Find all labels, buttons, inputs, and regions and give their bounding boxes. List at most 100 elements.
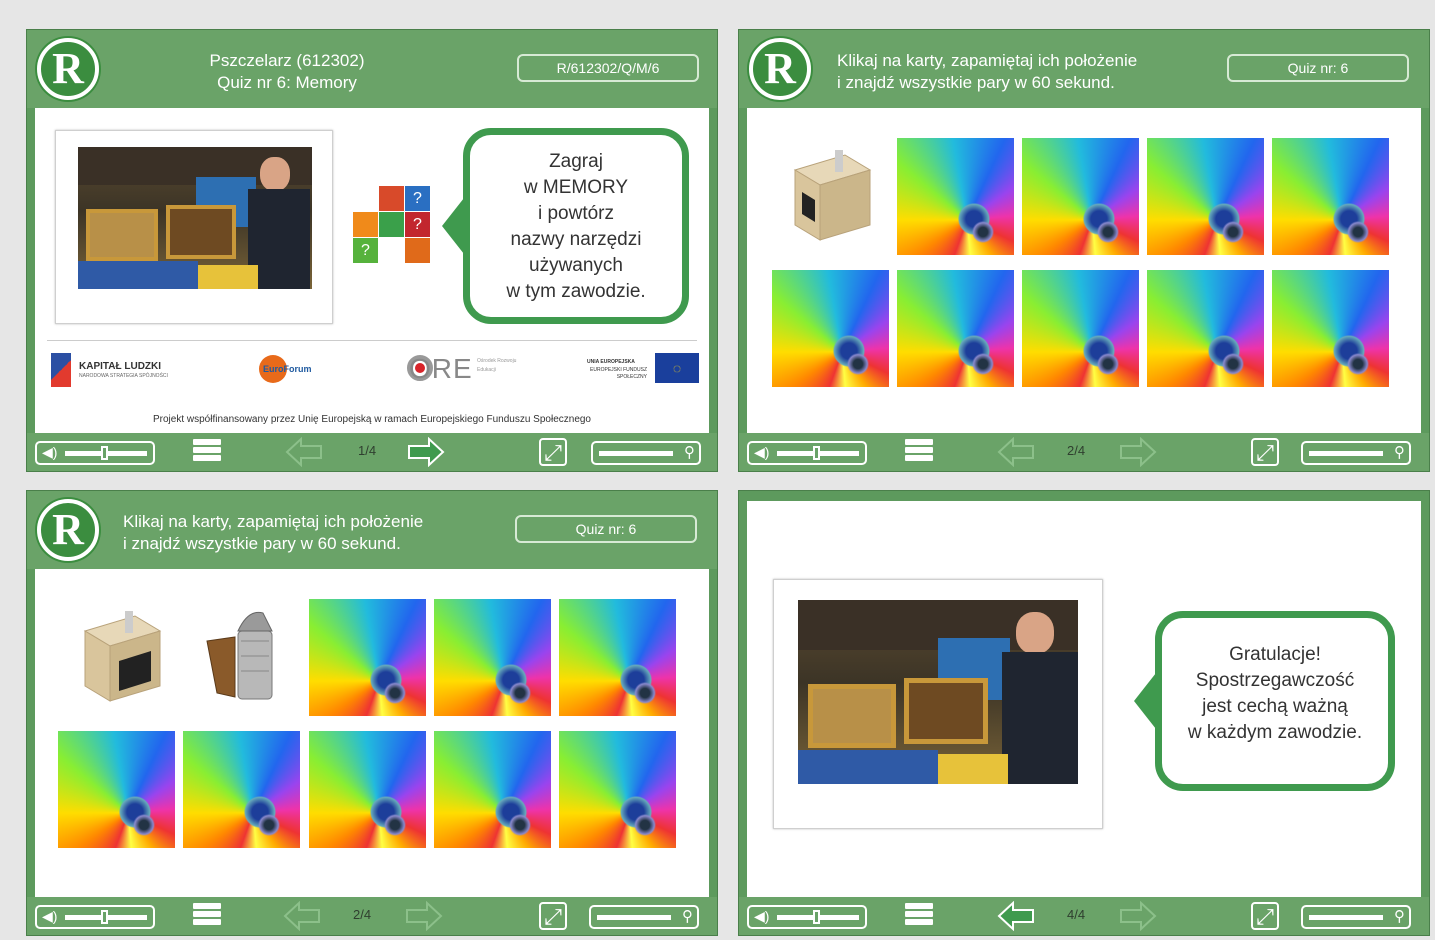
- zoom-slider[interactable]: ⚲: [1301, 905, 1411, 929]
- volume-slider[interactable]: ◀): [747, 905, 867, 929]
- speaker-icon: ◀): [42, 444, 58, 460]
- memory-card[interactable]: [559, 731, 676, 848]
- photo-frame: [773, 579, 1103, 829]
- memory-card[interactable]: [897, 270, 1014, 387]
- congrats-bubble: Gratulacje! Spostrzegawczość jest cechą …: [1134, 611, 1395, 791]
- volume-slider[interactable]: ◀): [35, 905, 155, 929]
- memory-card[interactable]: [434, 731, 551, 848]
- fullscreen-icon[interactable]: ⤢: [1251, 438, 1279, 466]
- bubble-line: Zagraj: [549, 151, 603, 172]
- sponsor-logos-row: KAPITAŁ LUDZKI NARODOWA STRATEGIA SPÓJNO…: [47, 340, 699, 400]
- eu-flag-icon: ◌: [655, 353, 699, 383]
- fullscreen-icon[interactable]: ⤢: [539, 902, 567, 930]
- next-arrow-icon[interactable]: [1119, 437, 1157, 467]
- slide-content: ? ? ? Zagraj w MEMORY i powtórz nazwy na…: [35, 108, 709, 433]
- title-line-1: Klikaj na karty, zapamiętaj ich położeni…: [837, 51, 1138, 70]
- r-logo-icon: R: [37, 38, 99, 100]
- bubble-line: w MEMORY: [523, 177, 629, 198]
- slide-1: R Pszczelarz (612302) Quiz nr 6: Memory …: [26, 29, 718, 472]
- bee-box-image: [83, 611, 162, 702]
- fullscreen-icon[interactable]: ⤢: [1251, 902, 1279, 930]
- bubble-line: Spostrzegawczość: [1195, 670, 1355, 691]
- prev-arrow-icon[interactable]: [285, 437, 323, 467]
- bubble-line: Gratulacje!: [1229, 644, 1321, 665]
- menu-icon[interactable]: [193, 439, 221, 467]
- volume-slider[interactable]: ◀): [747, 441, 867, 465]
- memory-card[interactable]: [183, 731, 300, 848]
- player-controls: ◀) 2/4 ⤢ ⚲: [27, 897, 717, 935]
- zoom-icon: ⚲: [684, 444, 695, 461]
- slide-content: [747, 108, 1421, 433]
- zoom-icon: ⚲: [1394, 444, 1405, 461]
- slide-header: R Pszczelarz (612302) Quiz nr 6: Memory …: [27, 30, 717, 108]
- slide-title: Klikaj na karty, zapamiętaj ich położeni…: [837, 50, 1197, 94]
- page-counter: 2/4: [1067, 443, 1086, 458]
- memory-card[interactable]: [1022, 270, 1139, 387]
- memory-card[interactable]: [1272, 270, 1389, 387]
- memory-card[interactable]: [897, 138, 1014, 255]
- quiz-code-box: Quiz nr: 6: [1227, 54, 1409, 82]
- beekeeper-photo: [78, 147, 312, 289]
- kapital-ludzki-text: KAPITAŁ LUDZKI: [79, 361, 162, 372]
- player-controls: ◀) 1/4 ⤢ ⚲: [27, 433, 717, 471]
- slide-header: R Klikaj na karty, zapamiętaj ich położe…: [27, 491, 717, 569]
- prev-arrow-icon[interactable]: [283, 901, 321, 931]
- memory-card[interactable]: [309, 731, 426, 848]
- prev-arrow-icon[interactable]: [997, 437, 1035, 467]
- quiz-code-box: Quiz nr: 6: [515, 515, 697, 543]
- speaker-icon: ◀): [42, 908, 58, 924]
- slide-2: R Klikaj na karty, zapamiętaj ich położe…: [738, 29, 1430, 472]
- title-line-2: i znajdź wszystkie pary w 60 sekund.: [123, 534, 401, 553]
- zoom-slider[interactable]: ⚲: [591, 441, 701, 465]
- quiz-code-box: R/612302/Q/M/6: [517, 54, 699, 82]
- fullscreen-icon[interactable]: ⤢: [539, 438, 567, 466]
- slide-4: Gratulacje! Spostrzegawczość jest cechą …: [738, 490, 1430, 936]
- memory-card[interactable]: [58, 731, 175, 848]
- volume-slider[interactable]: ◀): [35, 441, 155, 465]
- next-arrow-icon[interactable]: [1119, 901, 1157, 931]
- title-line-2: i znajdź wszystkie pary w 60 sekund.: [837, 73, 1115, 92]
- speaker-icon: ◀): [754, 444, 770, 460]
- title-line-2: Quiz nr 6: Memory: [217, 73, 357, 92]
- bubble-tail: [442, 198, 464, 254]
- slide-header: R Klikaj na karty, zapamiętaj ich położe…: [739, 30, 1429, 108]
- instruction-bubble: Zagraj w MEMORY i powtórz nazwy narzędzi…: [442, 128, 689, 324]
- prev-arrow-icon[interactable]: [997, 901, 1035, 931]
- title-line-1: Pszczelarz (612302): [209, 51, 365, 70]
- bubble-line: w każdym zawodzie.: [1187, 722, 1363, 743]
- eu-subtext: EUROPEJSKI FUNDUSZ SPOŁECZNY: [590, 367, 647, 380]
- euroforum-logo: EuroForum: [259, 355, 349, 385]
- project-footer-text: Projekt współfinansowany przez Unię Euro…: [152, 414, 591, 425]
- zoom-icon: ⚲: [682, 908, 693, 925]
- r-logo-icon: R: [37, 499, 99, 561]
- memory-card[interactable]: [559, 599, 676, 716]
- kapital-ludzki-subtext: NARODOWA STRATEGIA SPÓJNOŚCI: [79, 373, 168, 379]
- menu-icon[interactable]: [905, 903, 933, 931]
- memory-card[interactable]: [1147, 270, 1264, 387]
- memory-card[interactable]: [309, 599, 426, 716]
- ore-subtext: Ośrodek Rozwoju Edukacji: [477, 358, 517, 373]
- page-counter: 1/4: [358, 443, 377, 458]
- next-arrow-icon[interactable]: [407, 437, 445, 467]
- menu-icon[interactable]: [193, 903, 221, 931]
- player-controls: ◀) 4/4 ⤢ ⚲: [739, 897, 1429, 935]
- memory-card[interactable]: [1022, 138, 1139, 255]
- memory-card[interactable]: [1272, 138, 1389, 255]
- memory-card[interactable]: [1147, 138, 1264, 255]
- next-arrow-icon[interactable]: [405, 901, 443, 931]
- speaker-icon: ◀): [754, 908, 770, 924]
- menu-icon[interactable]: [905, 439, 933, 467]
- page-counter: 4/4: [1067, 907, 1086, 922]
- zoom-slider[interactable]: ⚲: [589, 905, 699, 929]
- photo-frame: [55, 130, 333, 324]
- bubble-line: używanych: [529, 255, 623, 276]
- bubble-line: w tym zawodzie.: [506, 281, 646, 302]
- slide-title: Klikaj na karty, zapamiętaj ich położeni…: [123, 511, 483, 555]
- kapital-ludzki-logo: KAPITAŁ LUDZKI NARODOWA STRATEGIA SPÓJNO…: [51, 351, 191, 391]
- title-line-1: Klikaj na karty, zapamiętaj ich położeni…: [123, 512, 424, 531]
- eu-text: UNIA EUROPEJSKA: [587, 359, 635, 365]
- zoom-slider[interactable]: ⚲: [1301, 441, 1411, 465]
- memory-card[interactable]: [772, 270, 889, 387]
- euroforum-text: EuroForum: [263, 364, 312, 374]
- memory-card[interactable]: [434, 599, 551, 716]
